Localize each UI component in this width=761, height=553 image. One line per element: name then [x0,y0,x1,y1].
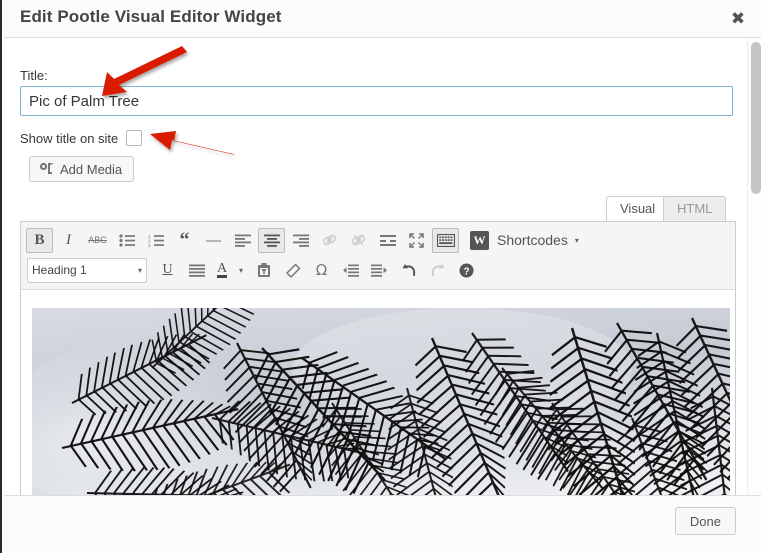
shortcodes-dropdown[interactable]: W Shortcodes ▾ [470,230,579,250]
editor-content-area[interactable] [21,290,735,495]
modal-header: Edit Pootle Visual Editor Widget ✖ [4,0,761,38]
vertical-scrollbar[interactable] [747,38,761,495]
underline-button[interactable]: U [154,258,181,283]
horizontal-rule-button[interactable]: — [200,228,227,253]
eraser-icon [285,263,300,278]
show-title-row: Show title on site [20,128,143,148]
text-color-glyph: A [216,260,228,278]
read-more-icon [379,234,396,246]
link-icon [322,234,337,245]
close-x-glyph: ✖ [730,9,746,29]
edit-widget-modal: Edit Pootle Visual Editor Widget ✖ Title… [0,0,761,553]
align-left-icon [234,234,251,247]
clipboard-icon [257,262,270,277]
wordpress-w-icon: W [470,230,489,250]
horizontal-rule-glyph: — [206,231,221,249]
insert-link-button[interactable] [316,228,343,253]
kitchen-sink-button[interactable] [432,227,459,253]
shortcodes-label: Shortcodes [497,232,568,248]
scrollbar-thumb[interactable] [751,42,761,194]
add-media-label: Add Media [60,161,123,177]
show-title-checkbox[interactable] [126,130,143,146]
strikethrough-glyph: ABC [88,235,107,245]
unlink-button[interactable] [345,228,372,253]
align-center-button[interactable] [258,227,285,253]
align-left-button[interactable] [229,228,256,253]
bulleted-list-icon [118,233,135,247]
numbered-list-icon: 1 2 3 [148,234,164,247]
help-icon: ? [459,263,474,277]
undo-button[interactable] [395,258,422,283]
numbered-list-button[interactable]: 1 2 3 [142,228,169,253]
help-button[interactable]: ? [453,258,480,283]
palm-tree-image [32,308,730,495]
visual-editor: B I ABC 1 2 3 “ — W Shortcodes ▾ Heading… [20,221,736,495]
indent-icon [371,264,387,277]
editor-toolbar: B I ABC 1 2 3 “ — W Shortcodes ▾ Heading… [21,222,735,290]
format-select-value: Heading 1 [32,263,87,277]
strikethrough-button[interactable]: ABC [84,228,111,253]
redo-button[interactable] [424,258,451,283]
modal-body: Title: Show title on site Add Media Visu… [4,38,761,495]
close-icon[interactable]: ✖ [721,4,755,34]
fullscreen-button[interactable] [403,228,430,253]
text-color-button[interactable]: A [212,258,232,283]
tab-visual[interactable]: Visual [606,196,670,222]
text-color-dropdown[interactable]: ▾ [234,258,248,283]
show-title-label: Show title on site [20,130,119,146]
undo-arrow-icon [402,263,415,276]
media-camera-icon [38,162,54,176]
blockquote-button[interactable]: “ [171,228,198,253]
insert-read-more-button[interactable] [374,228,401,253]
tab-html[interactable]: HTML [663,196,727,221]
bulleted-list-button[interactable] [113,228,140,253]
align-justify-button[interactable] [183,258,210,283]
done-button[interactable]: Done [674,507,736,535]
kitchen-sink-icon [436,233,455,247]
modal-footer: Done [4,495,761,553]
clear-formatting-button[interactable] [279,258,306,283]
title-field-label: Title: [20,68,48,83]
chevron-down-icon: ▾ [238,265,243,275]
indent-button[interactable] [366,258,393,283]
align-justify-icon [188,264,205,277]
special-character-button[interactable]: Ω [308,258,335,283]
omega-glyph: Ω [315,261,328,279]
paste-as-text-button[interactable] [250,258,277,283]
svg-text:3: 3 [148,243,151,247]
underline-glyph: U [162,262,173,277]
outdent-icon [343,264,359,277]
unlink-icon [351,234,366,245]
italic-button[interactable]: I [55,228,82,253]
bold-glyph: B [34,231,45,248]
toolbar-row-1: B I ABC 1 2 3 “ — W Shortcodes ▾ [25,225,731,255]
outdent-button[interactable] [337,258,364,283]
page-title: Edit Pootle Visual Editor Widget [20,7,282,26]
align-right-icon [292,234,309,247]
title-input[interactable] [20,86,733,116]
chevron-down-icon: ▾ [574,235,579,245]
blockquote-glyph: “ [179,228,190,251]
add-media-button[interactable]: Add Media [29,156,135,182]
svg-text:?: ? [463,266,469,277]
format-select[interactable]: Heading 1 ▾ [27,257,147,283]
fullscreen-icon [409,232,424,248]
toolbar-row-2: Heading 1 ▾ U A ▾ Ω ? [25,255,731,285]
align-center-icon [263,234,280,247]
chevron-down-icon: ▾ [137,265,142,275]
redo-arrow-icon [431,263,444,276]
bold-button[interactable]: B [26,227,53,253]
align-right-button[interactable] [287,228,314,253]
italic-glyph: I [66,231,71,248]
